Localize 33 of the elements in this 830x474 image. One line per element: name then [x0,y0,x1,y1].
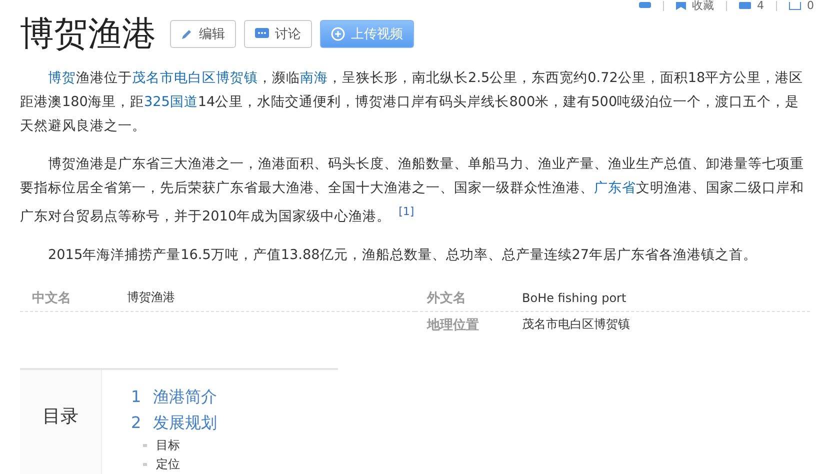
chat-icon [255,28,269,40]
toolbar-label[interactable]: 4 [757,1,764,11]
text-link[interactable]: 茂名市 [132,70,174,86]
info-label: 中文名 [31,290,72,307]
bookmark-icon [676,2,686,10]
toc-link[interactable]: 2 发展规划 [131,410,218,436]
text-link[interactable]: 博贺 [48,70,76,86]
edit-button[interactable]: 编辑 [170,20,236,48]
info-value: 博贺渔港 [127,289,175,306]
text-link[interactable]: 广东省 [594,180,636,196]
info-value: BoHe fishing port [522,290,626,305]
discuss-button[interactable]: 讨论 [244,20,312,48]
toc-heading: 目录 [42,404,78,428]
pencil-icon [181,28,193,40]
toolbar-label[interactable]: 收藏 [692,1,714,11]
reference-link[interactable]: [1] [398,205,414,218]
paragraph: 2015年海洋捕捞产量16.5万吨，产值13.88亿元，渔船总数量、总功率、总产量连续27年居广东省各渔港镇之首。 [47,246,758,265]
page-title: 博贺渔港 [20,13,156,56]
share-icon [789,2,801,10]
toc-sublink[interactable]: 定位 [143,454,218,474]
toolbar-label[interactable]: 0 [807,1,814,11]
toc-sublink[interactable]: 目标 [143,436,218,455]
plus-icon [331,27,345,41]
info-value: 茂名市电白区博贺镇 [522,316,630,334]
paragraph: 博贺渔港是广东省三大渔港之一，渔港面积、码头长度、渔船数量、单船马力、渔业产量、渔业生产总值、卸港量等七项重要指标位居全省第一，先后荣获广东省最大渔港、全国十大渔港之一、国家一级群众性渔港、广东省文明渔港、国家二级口岸和广东对台贸易点等称号，并于2010年成为国家级中心渔港。 $^{[1]}$ [20,155,804,227]
text-link[interactable]: 325国道 [144,94,198,110]
text-link[interactable]: 电白区 [174,70,216,86]
text-link[interactable]: 博贺镇 [216,70,258,86]
info-label: 地理位置 [426,316,480,334]
text-link[interactable]: 南海 [300,70,328,86]
toc-link[interactable]: 1 渔港简介 [131,384,218,410]
paragraph: 博贺渔港位于茂名市电白区博贺镇，濒临南海，呈狭长形，南北纵长2.5公里，东西宽约0.72公里，面积18平方公里，港区距港澳180海里，距325国道14公里，水陆交通便利，博贺港口岸有码头岸线长800米，建有500吨级泊位一个，渡口五个，是天然避风良港之一。 [20,69,804,136]
info-label: 外文名 [426,290,467,307]
